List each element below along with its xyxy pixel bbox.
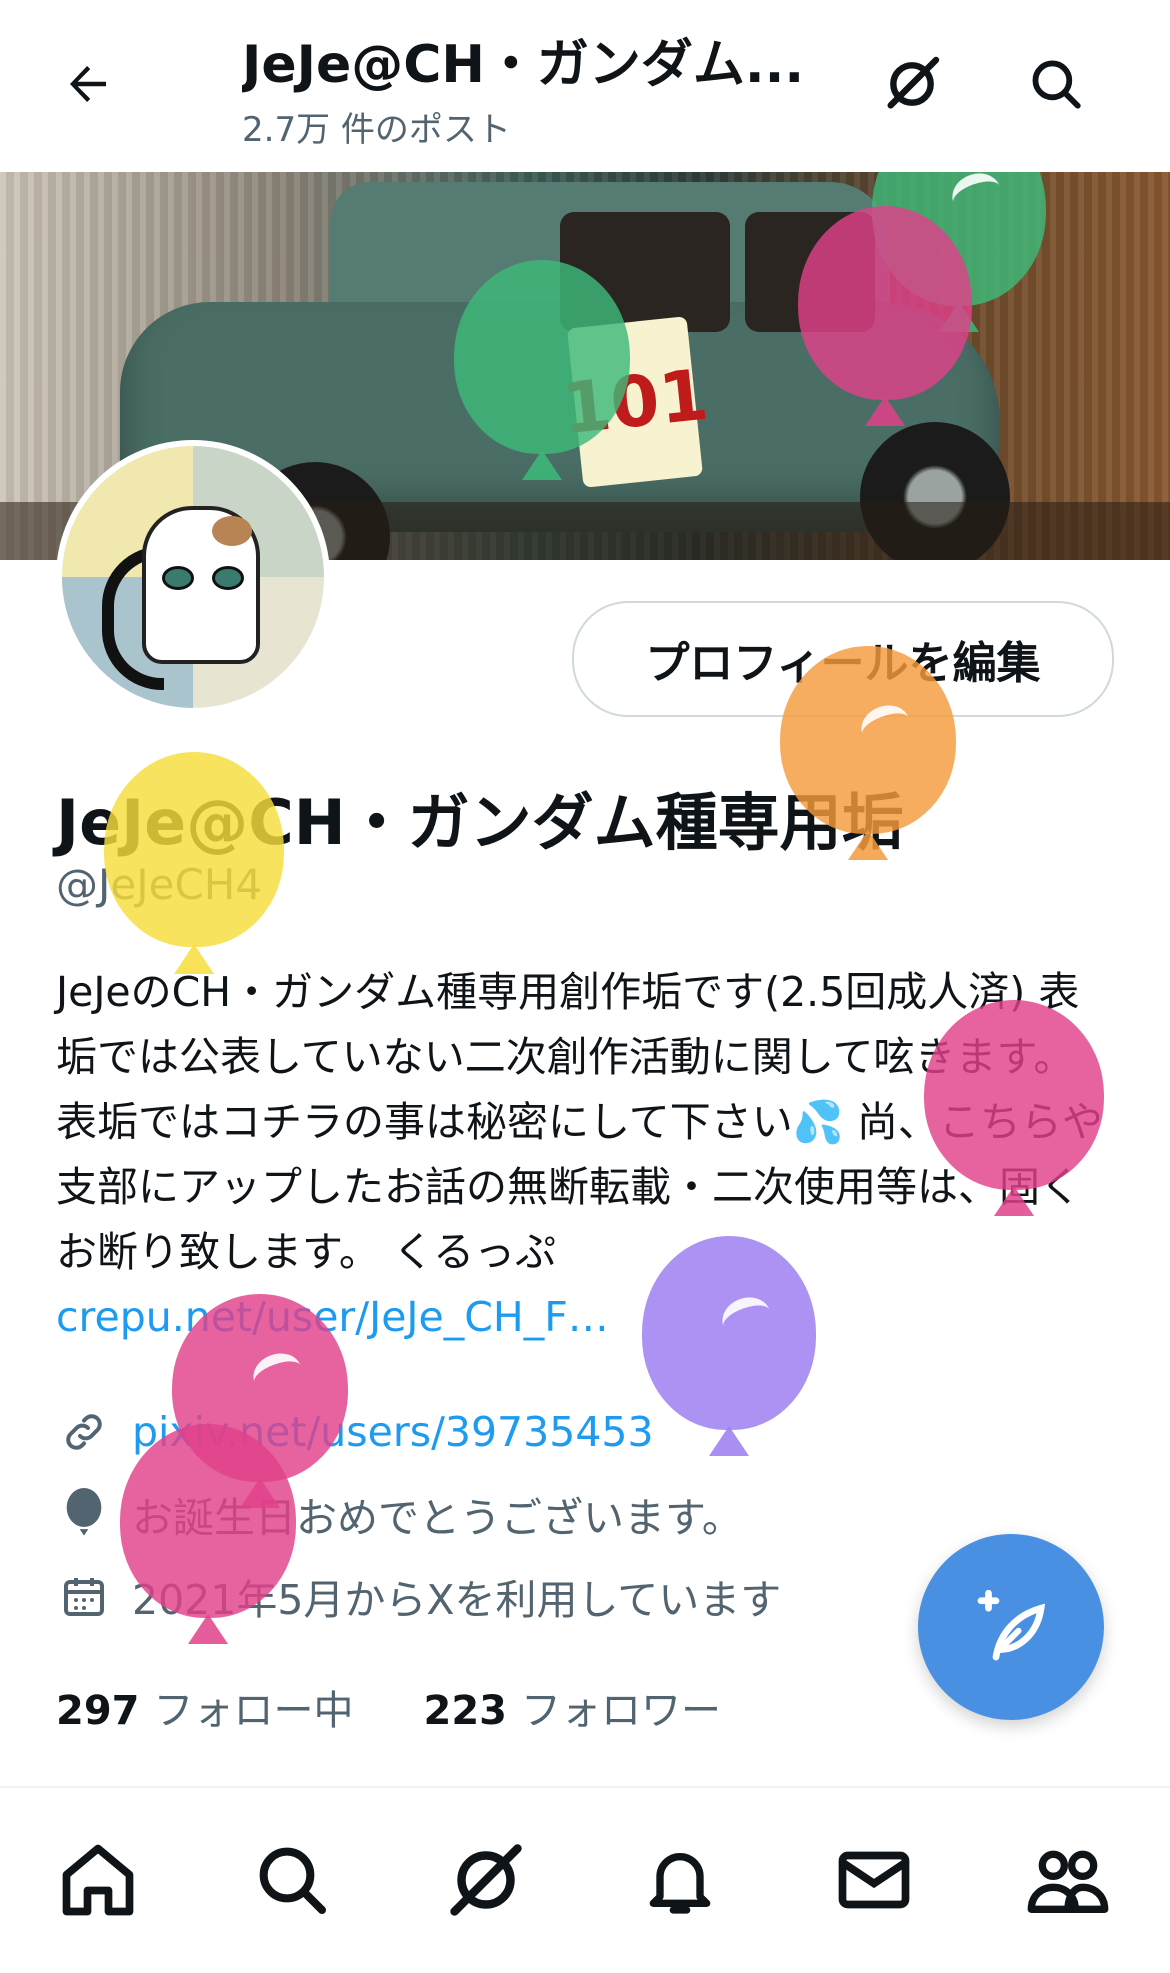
tab-communities[interactable] <box>1018 1830 1118 1930</box>
bell-icon <box>649 1853 711 1914</box>
following-count: 297 <box>56 1688 140 1734</box>
joined-row: 2021年5月からXを利用しています <box>56 1566 781 1626</box>
search-icon <box>1032 60 1081 109</box>
followers-count: 223 <box>423 1688 508 1734</box>
link-icon <box>56 1404 112 1460</box>
tab-grok[interactable] <box>436 1830 536 1930</box>
profile-bio: JeJeのCH・ガンダム種専用創作垢です(2.5回成人済) 表垢では公表していな… <box>56 960 1116 1350</box>
search-button[interactable] <box>1016 44 1096 124</box>
post-count: 2.7万 件のポスト <box>242 110 511 150</box>
bio-link[interactable]: crepu.net/user/JeJe_CH_F… <box>56 1293 609 1341</box>
tab-notifications[interactable] <box>630 1830 730 1930</box>
birthday-text: お誕生日おめでとうございます。 <box>132 1494 743 1542</box>
following-link[interactable]: 297 フォロー中 <box>56 1678 354 1736</box>
header-title: JeJe@CH・ガンダム... <box>242 35 805 95</box>
tab-search[interactable] <box>242 1830 342 1930</box>
grok-icon <box>887 56 940 109</box>
user-handle: @JeJeCH4 <box>56 860 263 909</box>
car-number-plate: 101 <box>558 316 712 488</box>
compose-icon <box>977 1589 1046 1661</box>
back-button[interactable] <box>48 44 128 124</box>
edit-profile-button[interactable]: プロフィールを編集 <box>572 601 1114 717</box>
communities-icon <box>1027 1850 1109 1913</box>
arrow-left-icon <box>70 66 106 102</box>
followers-label: フォロワー <box>521 1688 721 1734</box>
display-name: JeJe@CH・ガンダム種専用垢 <box>56 786 904 859</box>
profile-avatar[interactable] <box>56 440 330 714</box>
top-app-bar: JeJe@CH・ガンダム... 2.7万 件のポスト <box>0 0 1170 172</box>
home-icon <box>62 1844 134 1916</box>
joined-text: 2021年5月からXを利用しています <box>132 1576 782 1624</box>
calendar-icon <box>56 1568 112 1624</box>
follow-stats: 297 フォロー中 223 フォロワー <box>56 1678 721 1736</box>
website-row: pixiv.net/users/39735453 <box>56 1404 654 1460</box>
mail-icon <box>838 1851 910 1909</box>
grok-icon <box>450 1844 522 1916</box>
following-label: フォロー中 <box>153 1688 354 1734</box>
tab-messages[interactable] <box>824 1830 924 1930</box>
search-icon <box>259 1847 326 1914</box>
bio-text: JeJeのCH・ガンダム種専用創作垢です(2.5回成人済) 表垢では公表していな… <box>56 968 1103 1276</box>
birthday-row: お誕生日おめでとうございます。 <box>56 1484 743 1544</box>
tab-home[interactable] <box>48 1830 148 1930</box>
website-link[interactable]: pixiv.net/users/39735453 <box>132 1408 654 1456</box>
followers-link[interactable]: 223 フォロワー <box>424 1678 722 1736</box>
bottom-tab-bar <box>0 1790 1170 1973</box>
grok-button[interactable] <box>872 44 952 124</box>
compose-post-button[interactable] <box>918 1534 1104 1720</box>
balloon-icon <box>56 1486 112 1542</box>
tabbar-divider <box>0 1786 1170 1788</box>
